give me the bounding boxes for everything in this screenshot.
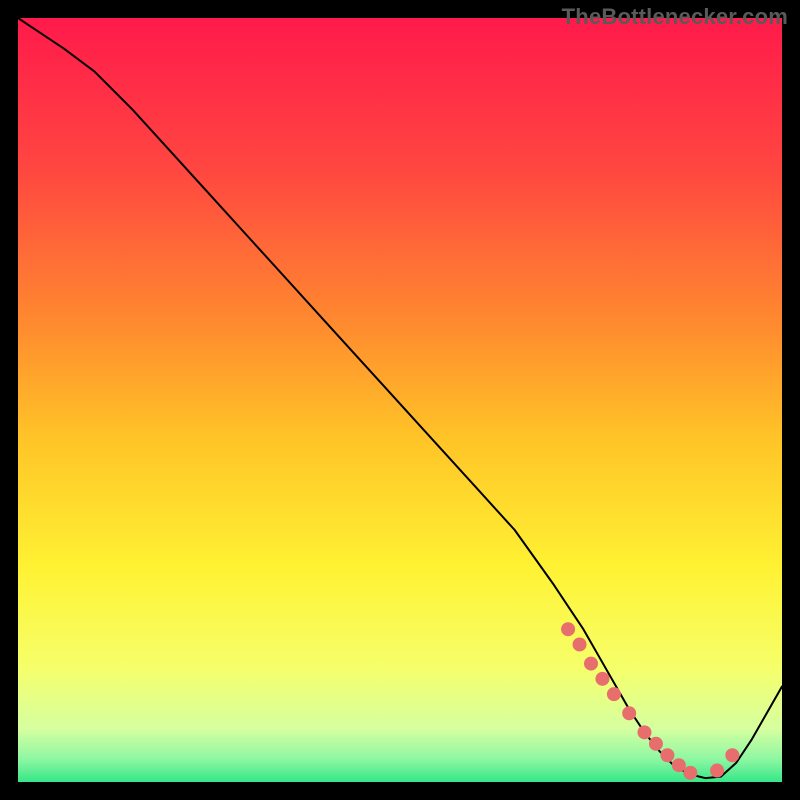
highlight-dot (584, 657, 598, 671)
chart-svg (0, 0, 800, 800)
highlight-dot (561, 622, 575, 636)
highlight-dot (683, 766, 697, 780)
highlight-dot (607, 687, 621, 701)
highlight-dot (573, 637, 587, 651)
highlight-dot (637, 725, 651, 739)
highlight-dot (725, 748, 739, 762)
highlight-dot (595, 672, 609, 686)
highlight-dot (622, 706, 636, 720)
chart-root: TheBottlenecker.com (0, 0, 800, 800)
highlight-dot (710, 764, 724, 778)
highlight-dot (649, 737, 663, 751)
highlight-dot (672, 758, 686, 772)
watermark-text: TheBottlenecker.com (562, 4, 788, 30)
highlight-dot (660, 748, 674, 762)
gradient-background (18, 18, 782, 782)
